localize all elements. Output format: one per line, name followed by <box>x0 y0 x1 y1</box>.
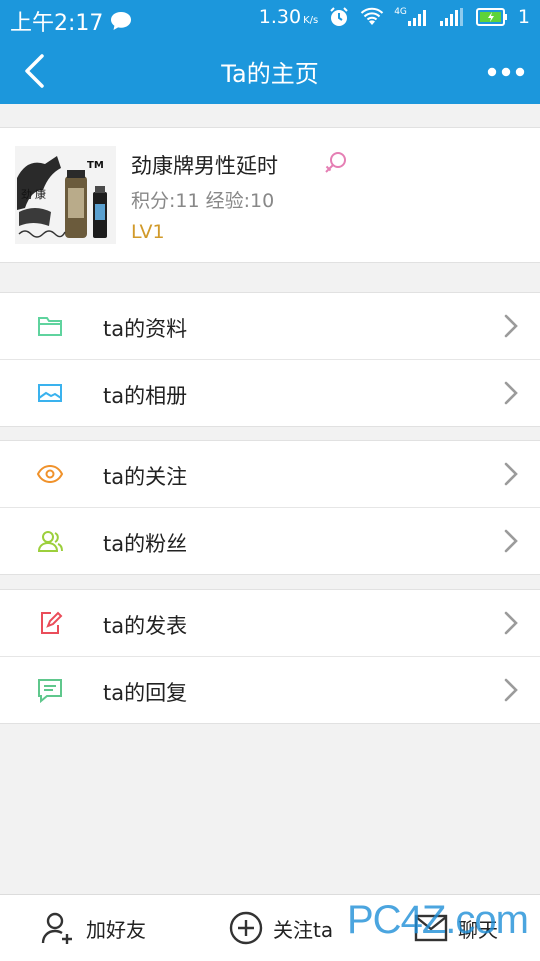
follow-label: 关注ta <box>273 917 334 942</box>
avatar-text-2: 康 <box>35 187 46 201</box>
chevron-right-icon <box>504 678 518 702</box>
menu-item-following[interactable]: ta的关注 <box>0 441 540 507</box>
sim-slot: 1 <box>517 6 530 28</box>
menu-item-fans[interactable]: ta的粉丝 <box>0 507 540 574</box>
comment-icon <box>38 679 62 703</box>
status-left: 上午2:17 <box>10 5 133 37</box>
profile-name: 劲康牌男性延时 <box>131 154 278 178</box>
chevron-right-icon <box>504 611 518 635</box>
status-right: 1.30 K/s 4G 1 <box>259 6 530 28</box>
menu-group-1: ta的资料 ta的相册 <box>0 292 540 427</box>
menu-label: ta的发表 <box>103 614 188 638</box>
plus-circle-icon <box>229 911 263 945</box>
more-dots-icon <box>487 67 525 77</box>
menu-label: ta的资料 <box>103 317 188 341</box>
avatar[interactable]: 劲 康 TM <box>15 146 116 244</box>
net-speed: 1.30 K/s <box>258 6 319 28</box>
menu-label: ta的相册 <box>103 384 188 408</box>
battery-icon <box>475 8 507 26</box>
menu-item-replies[interactable]: ta的回复 <box>0 656 540 723</box>
edit-icon <box>41 611 63 634</box>
profile-card[interactable]: 劲 康 TM 劲康牌男性延时 积分:11 经验:10 LV1 <box>0 127 540 263</box>
chevron-right-icon <box>504 314 518 338</box>
menu-item-posts[interactable]: ta的发表 <box>0 590 540 656</box>
app-bar: Ta的主页 <box>0 38 540 104</box>
more-button[interactable] <box>486 52 526 92</box>
alarm-icon <box>330 7 348 26</box>
avatar-tm: TM <box>87 160 104 171</box>
eye-icon <box>36 464 64 484</box>
menu-label: ta的回复 <box>103 681 188 705</box>
signal-4g: 4G <box>394 8 430 26</box>
menu-label: ta的粉丝 <box>103 532 188 556</box>
avatar-image: 劲 康 TM <box>15 146 116 244</box>
signal-icon <box>407 10 426 26</box>
add-friend-button[interactable]: 加好友 <box>40 895 146 961</box>
chevron-right-icon <box>504 381 518 405</box>
status-bar: 上午2:17 1.30 K/s 4G 1 <box>0 0 540 38</box>
chevron-right-icon <box>504 529 518 553</box>
signal-icon-2 <box>439 8 463 26</box>
menu-label: ta的关注 <box>103 465 188 489</box>
status-time: 上午2:17 <box>10 11 104 36</box>
profile-level: LV1 <box>131 221 165 243</box>
add-friend-label: 加好友 <box>86 917 146 942</box>
chevron-right-icon <box>504 462 518 486</box>
menu-item-album[interactable]: ta的相册 <box>0 359 540 426</box>
page-title: Ta的主页 <box>221 60 319 88</box>
watermark: PC4Z.com <box>347 898 529 942</box>
menu-group-2: ta的关注 ta的粉丝 <box>0 440 540 575</box>
image-icon <box>38 384 62 402</box>
add-user-icon <box>41 912 72 944</box>
message-icon <box>111 12 132 30</box>
follow-button[interactable]: 关注ta <box>229 895 333 961</box>
menu-group-3: ta的发表 ta的回复 <box>0 589 540 724</box>
wifi-icon <box>361 7 384 25</box>
female-icon <box>325 152 346 173</box>
folder-icon <box>38 317 62 336</box>
users-icon <box>37 531 63 552</box>
menu-item-profile-info[interactable]: ta的资料 <box>0 293 540 359</box>
avatar-text-1: 劲 <box>21 188 32 201</box>
profile-stats: 积分:11 经验:10 <box>131 190 275 212</box>
